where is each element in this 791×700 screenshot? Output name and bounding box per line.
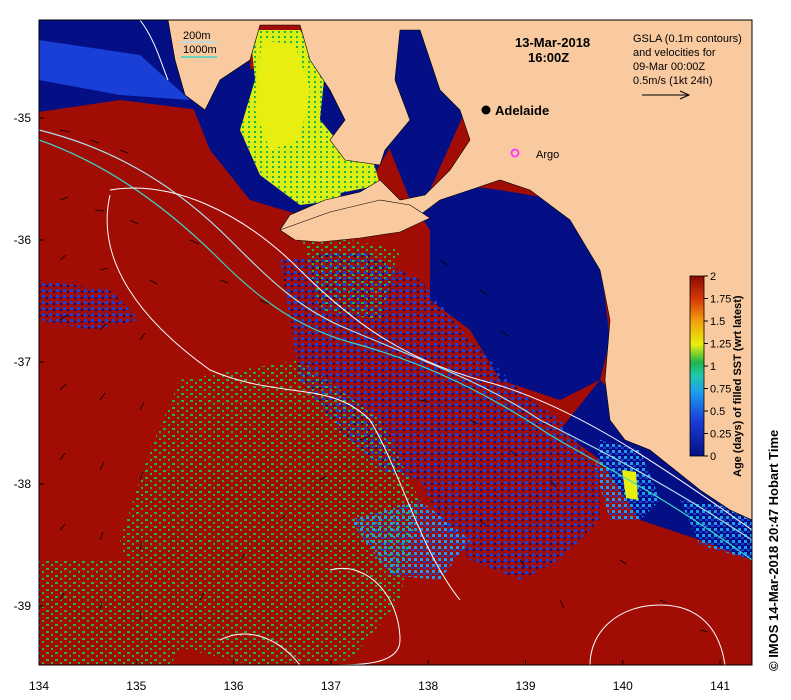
y-tick-label: -36	[14, 233, 32, 247]
legend-200m-label: 200m	[183, 30, 211, 42]
colorbar-tick-label: 0.75	[710, 384, 731, 396]
y-tick-label: -35	[14, 111, 32, 125]
gsla-line1: GSLA (0.1m contours)	[633, 33, 742, 45]
adelaide-label: Adelaide	[495, 103, 549, 118]
gsla-line4: 0.5m/s (1kt 24h)	[633, 75, 712, 87]
colorbar-tick-label: 0.5	[710, 406, 725, 418]
legend-1000m-label: 1000m	[183, 44, 217, 56]
colorbar-tick-label: 1.5	[710, 316, 725, 328]
y-tick-label: -37	[14, 355, 32, 369]
colorbar-label: Age (days) of filled SST (wrt latest)	[732, 295, 744, 477]
sst-age-map: 200m 1000m 13-Mar-2018 16:00Z GSLA (0.1m…	[14, 19, 753, 693]
colorbar-tick-label: 1	[710, 361, 716, 373]
colorbar-tick-label: 2	[710, 271, 716, 283]
x-tick-label: 141	[710, 679, 730, 693]
x-tick-label: 138	[418, 679, 438, 693]
map-date: 13-Mar-2018	[515, 35, 590, 50]
map-plot-area	[39, 20, 752, 665]
x-tick-label: 140	[613, 679, 633, 693]
x-tick-label: 137	[321, 679, 341, 693]
colorbar-tick-label: 1.75	[710, 294, 731, 306]
y-tick-label: -38	[14, 477, 32, 491]
gsla-line3: 09-Mar 00:00Z	[633, 61, 705, 73]
x-tick-label: 139	[515, 679, 535, 693]
colorbar	[689, 275, 705, 457]
colorbar-tick-label: 0.25	[710, 429, 731, 441]
colorbar-tick-label: 1.25	[710, 339, 731, 351]
adelaide-marker	[481, 105, 491, 115]
colorbar-tick-label: 0	[710, 451, 716, 463]
gsla-line2: and velocities for	[633, 47, 716, 59]
x-tick-label: 134	[29, 679, 49, 693]
map-time: 16:00Z	[528, 50, 569, 65]
argo-label: Argo	[536, 149, 559, 161]
y-tick-label: -39	[14, 599, 32, 613]
x-tick-label: 136	[224, 679, 244, 693]
copyright-text: © IMOS 14-Mar-2018 20:47 Hobart Time	[766, 429, 781, 671]
x-tick-label: 135	[126, 679, 146, 693]
